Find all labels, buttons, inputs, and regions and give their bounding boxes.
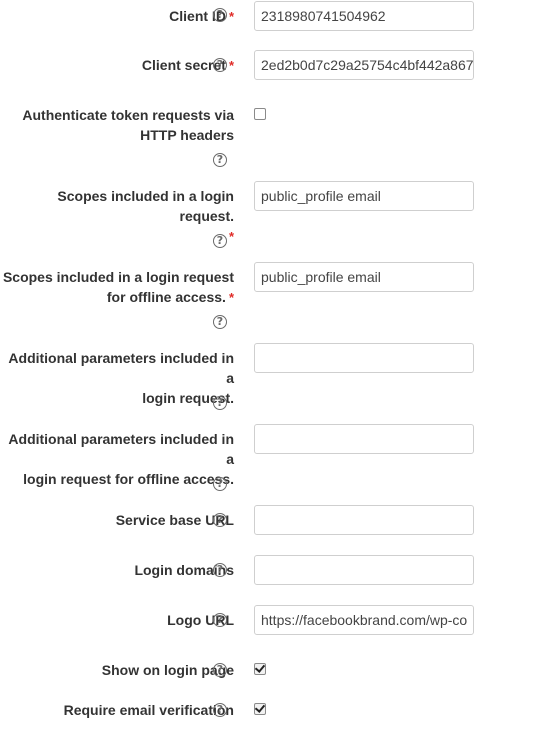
scopes-offline-label: Scopes included in a login request for o… — [2, 269, 234, 305]
help-icon[interactable]: ? — [213, 153, 227, 167]
help-icon[interactable]: ? — [213, 234, 227, 248]
help-icon[interactable]: ? — [213, 613, 227, 627]
params-login-label: Additional parameters included in a logi… — [8, 350, 234, 406]
require-email-label: Require email verification — [63, 702, 234, 718]
help-icon[interactable]: ? — [213, 396, 227, 410]
auth-headers-label: Authenticate token requests via HTTP hea… — [22, 107, 234, 143]
client-id-input[interactable]: 2318980741504962 — [254, 1, 474, 31]
help-icon[interactable]: ? — [213, 663, 227, 677]
auth-headers-checkbox[interactable] — [254, 108, 266, 120]
service-base-url-input[interactable] — [254, 505, 474, 535]
help-icon[interactable]: ? — [213, 315, 227, 329]
logo-url-input[interactable]: https://facebookbrand.com/wp-co — [254, 605, 474, 635]
help-icon[interactable]: ? — [213, 703, 227, 717]
required-asterisk: * — [228, 290, 234, 305]
params-offline-label: Additional parameters included in a logi… — [8, 431, 234, 487]
login-domains-input[interactable] — [254, 555, 474, 585]
required-asterisk: * — [228, 58, 234, 73]
scopes-login-label: Scopes included in a login request. * — [57, 188, 234, 244]
help-icon[interactable]: ? — [213, 58, 227, 72]
params-login-input[interactable] — [254, 343, 474, 373]
help-icon[interactable]: ? — [213, 513, 227, 527]
scopes-login-input[interactable]: public_profile email — [254, 181, 474, 211]
help-icon[interactable]: ? — [213, 8, 227, 22]
required-asterisk: * — [228, 9, 234, 24]
params-offline-input[interactable] — [254, 424, 474, 454]
checkmark-icon — [254, 702, 266, 713]
client-secret-input[interactable]: 2ed2b0d7c29a25754c4bf442a867 — [254, 50, 474, 80]
require-email-checkbox[interactable] — [254, 702, 266, 715]
show-on-login-checkbox[interactable] — [254, 662, 266, 675]
required-asterisk: * — [228, 229, 234, 244]
help-icon[interactable]: ? — [213, 477, 227, 491]
scopes-offline-input[interactable]: public_profile email — [254, 262, 474, 292]
help-icon[interactable]: ? — [213, 563, 227, 577]
checkmark-icon — [254, 662, 266, 673]
